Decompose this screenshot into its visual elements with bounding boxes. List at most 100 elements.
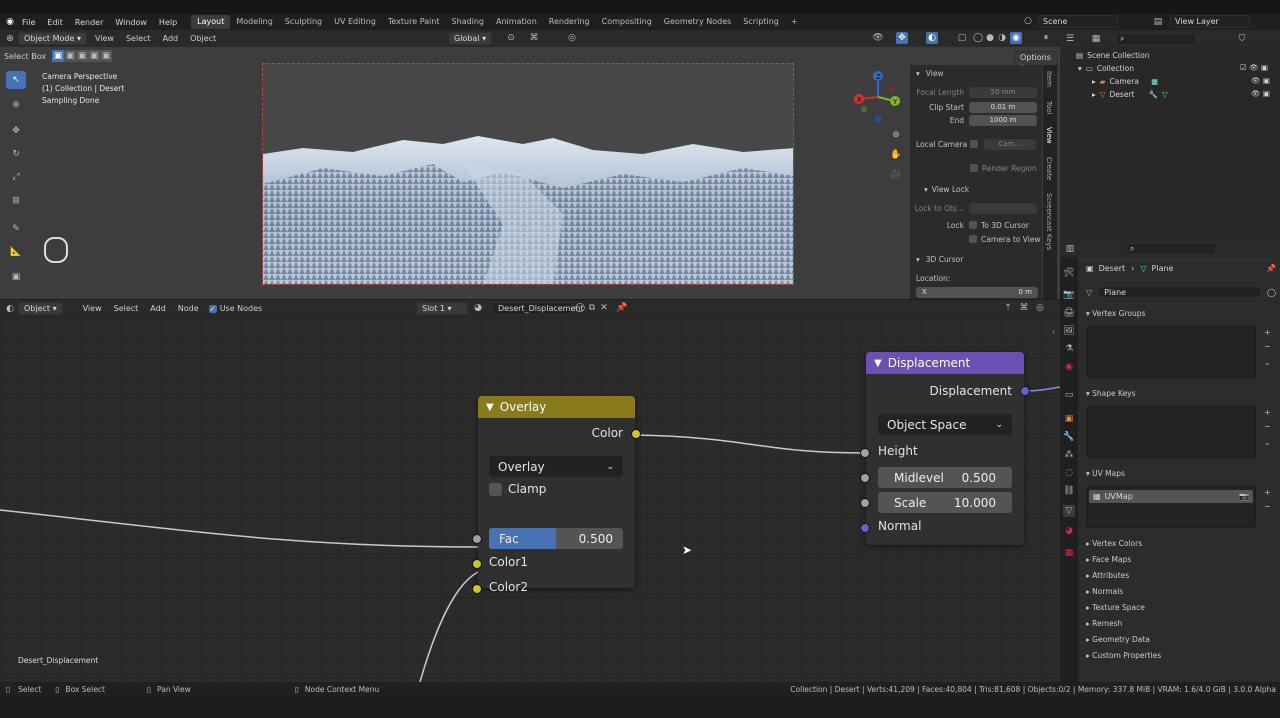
scene-tab-icon[interactable]: ⚗ (1063, 343, 1075, 355)
mesh-browse-icon[interactable]: ▽ (1086, 288, 1092, 297)
blend-type-dropdown[interactable]: Overlay ⌄ (489, 456, 623, 477)
overlay-icon[interactable]: ◎ (1034, 302, 1046, 314)
sidebar-tab-tool[interactable]: Tool (1045, 101, 1053, 115)
collapse-icon[interactable]: ▼ (486, 402, 494, 413)
view-layer-field[interactable]: View Layer (1170, 15, 1250, 28)
eye-icon[interactable]: 👁 (1249, 63, 1259, 72)
tab-scripting[interactable]: Scripting (737, 15, 785, 29)
editor-type-icon[interactable]: ⊕ (4, 33, 16, 45)
orientation-dropdown[interactable]: Global ▾ (448, 32, 493, 45)
displacement-node[interactable]: ▼ Displacement Displacement Object Space ⌄… (860, 352, 1030, 545)
to-3d-cursor-checkbox[interactable] (969, 221, 977, 229)
pan-hand-icon[interactable]: ✋ (890, 149, 902, 161)
overlay-mix-node[interactable]: ▼ Overlay Color Overlay ⌄ Clamp Fac 0.500 … (472, 396, 641, 594)
clip-start-field[interactable]: 0.01 m (969, 101, 1037, 113)
camera-render-icon[interactable]: ▣ (1261, 63, 1268, 72)
shader-type-dropdown[interactable]: Object ▾ (18, 302, 63, 315)
section-attributes[interactable]: ▸ Attributes (1086, 568, 1161, 584)
tab-uv-editing[interactable]: UV Editing (328, 15, 382, 29)
overlay-color-output-socket[interactable] (631, 429, 641, 439)
vertex-group-menu-icon[interactable]: ⌄ (1264, 358, 1271, 367)
xray-icon[interactable]: ▢ (956, 32, 968, 44)
blender-logo-icon[interactable]: ◉ (4, 16, 16, 28)
outliner-editor-icon[interactable]: ☰ (1064, 33, 1076, 45)
annotate-tool-icon[interactable]: ✎ (10, 223, 22, 235)
render-region-checkbox[interactable] (970, 164, 978, 172)
scale-field[interactable]: Scale 10.000 (878, 492, 1012, 513)
collection-checkbox-icon[interactable]: ☑ (1240, 63, 1247, 72)
shading-wireframe-icon[interactable]: ◯ (972, 32, 984, 44)
proportional-icon[interactable]: ◎ (566, 32, 578, 44)
scene-icon[interactable]: ⎔ (1022, 16, 1034, 28)
overlay-toggle-icon[interactable]: ◐ (926, 32, 938, 44)
gizmo-toggle-icon[interactable]: ✥ (896, 32, 908, 44)
material-tab-icon[interactable]: ◕ (1063, 525, 1075, 537)
section-normals[interactable]: ▸ Normals (1086, 584, 1161, 600)
add-cube-tool-icon[interactable]: ▣ (10, 271, 22, 283)
view-lock-collapse-icon[interactable]: ▾ (924, 185, 928, 194)
display-mode-icon[interactable]: ▦ (1090, 33, 1102, 45)
cursor-tool-icon[interactable]: ⊕ (10, 99, 22, 111)
remove-uv-map-icon[interactable]: − (1264, 502, 1271, 511)
menu-edit[interactable]: Edit (41, 18, 69, 27)
space-dropdown[interactable]: Object Space ⌄ (878, 414, 1012, 435)
snap-icon[interactable]: ⌘ (528, 32, 540, 44)
properties-editor-icon[interactable]: ▥ (1064, 243, 1076, 255)
add-shape-key-icon[interactable]: + (1264, 408, 1271, 417)
node-menu-view[interactable]: View (77, 304, 108, 313)
collection-tab-icon[interactable]: ▭ (1063, 389, 1075, 401)
cursor-collapse-icon[interactable]: ▾ (916, 255, 920, 264)
remove-vertex-group-icon[interactable]: − (1264, 342, 1271, 351)
snap-icon[interactable]: ⌘ (1018, 302, 1030, 314)
collapse-sidebar-icon[interactable]: ‹ (1052, 327, 1055, 336)
shading-rendered-icon[interactable]: ◉ (1010, 32, 1022, 44)
select-tool-icon[interactable]: ↖ (6, 71, 26, 89)
outliner-search[interactable]: ⌕ (1116, 32, 1196, 45)
expand-icon[interactable]: ▾ (1078, 64, 1082, 73)
outliner-row-camera[interactable]: ▸ ▰ Camera ■ (1092, 77, 1158, 86)
uv-maps-list[interactable]: ▦ UVMap 📷 (1086, 486, 1256, 528)
camera-render-icon[interactable]: ▣ (1263, 89, 1270, 98)
select-mode-subtract-icon[interactable]: ▣ (76, 50, 89, 62)
midlevel-field[interactable]: Midlevel 0.500 (878, 467, 1012, 488)
collapse-icon[interactable]: ▼ (874, 358, 882, 369)
node-menu-select[interactable]: Select (108, 304, 145, 313)
use-nodes-checkbox[interactable]: ✓ (208, 304, 217, 313)
output-tab-icon[interactable]: 🖨 (1063, 307, 1075, 319)
section-texture-space[interactable]: ▸ Texture Space (1086, 600, 1161, 616)
color2-input-socket[interactable] (472, 584, 482, 594)
render-tab-icon[interactable]: 📷 (1063, 289, 1075, 301)
select-mode-invert-icon[interactable]: ▣ (88, 50, 101, 62)
view-collapse-icon[interactable]: ▾ (916, 69, 920, 78)
add-uv-map-icon[interactable]: + (1264, 488, 1271, 497)
constraints-tab-icon[interactable]: ⛓ (1063, 485, 1075, 497)
tab-texture-paint[interactable]: Texture Paint (382, 15, 446, 29)
fake-user-icon[interactable]: ◯ (574, 302, 586, 314)
mesh-name-field[interactable]: Plane (1098, 286, 1262, 298)
expand-icon[interactable]: ▸ (1092, 90, 1096, 99)
vertex-groups-section[interactable]: ▾ Vertex Groups (1086, 309, 1145, 318)
eye-icon[interactable]: 👁 (1251, 76, 1261, 85)
shape-key-menu-icon[interactable]: ⌄ (1264, 438, 1271, 447)
select-mode-extend-icon[interactable]: ▣ (64, 50, 77, 62)
data-tab-icon[interactable]: ▽ (1063, 505, 1075, 517)
sidebar-tab-item[interactable]: Item (1045, 71, 1053, 87)
menu-render[interactable]: Render (69, 18, 109, 27)
outliner-row-desert[interactable]: ▸ ▽ Desert 🔧 ▽ (1092, 90, 1168, 99)
tab-rendering[interactable]: Rendering (543, 15, 596, 29)
add-vertex-group-icon[interactable]: + (1264, 328, 1271, 337)
fake-user-icon[interactable]: ◯ (1267, 288, 1276, 297)
normal-input-socket[interactable] (860, 523, 870, 533)
tool-tab-icon[interactable]: 🛠 (1063, 267, 1075, 279)
eye-icon[interactable]: 👁 (1251, 89, 1261, 98)
navigation-gizmo[interactable]: Z X Y (850, 69, 906, 127)
displacement-node-header[interactable]: ▼ Displacement (866, 352, 1024, 374)
sidebar-tab-create[interactable]: Create (1045, 157, 1053, 180)
move-tool-icon[interactable]: ✥ (10, 125, 22, 137)
shape-keys-list[interactable] (1086, 406, 1256, 458)
section-face-maps[interactable]: ▸ Face Maps (1086, 552, 1161, 568)
viewport-menu-object[interactable]: Object (184, 34, 222, 43)
fac-input-socket[interactable] (472, 534, 482, 544)
remove-shape-key-icon[interactable]: − (1264, 422, 1271, 431)
cursor-x-field[interactable]: X 0 m (916, 286, 1038, 298)
